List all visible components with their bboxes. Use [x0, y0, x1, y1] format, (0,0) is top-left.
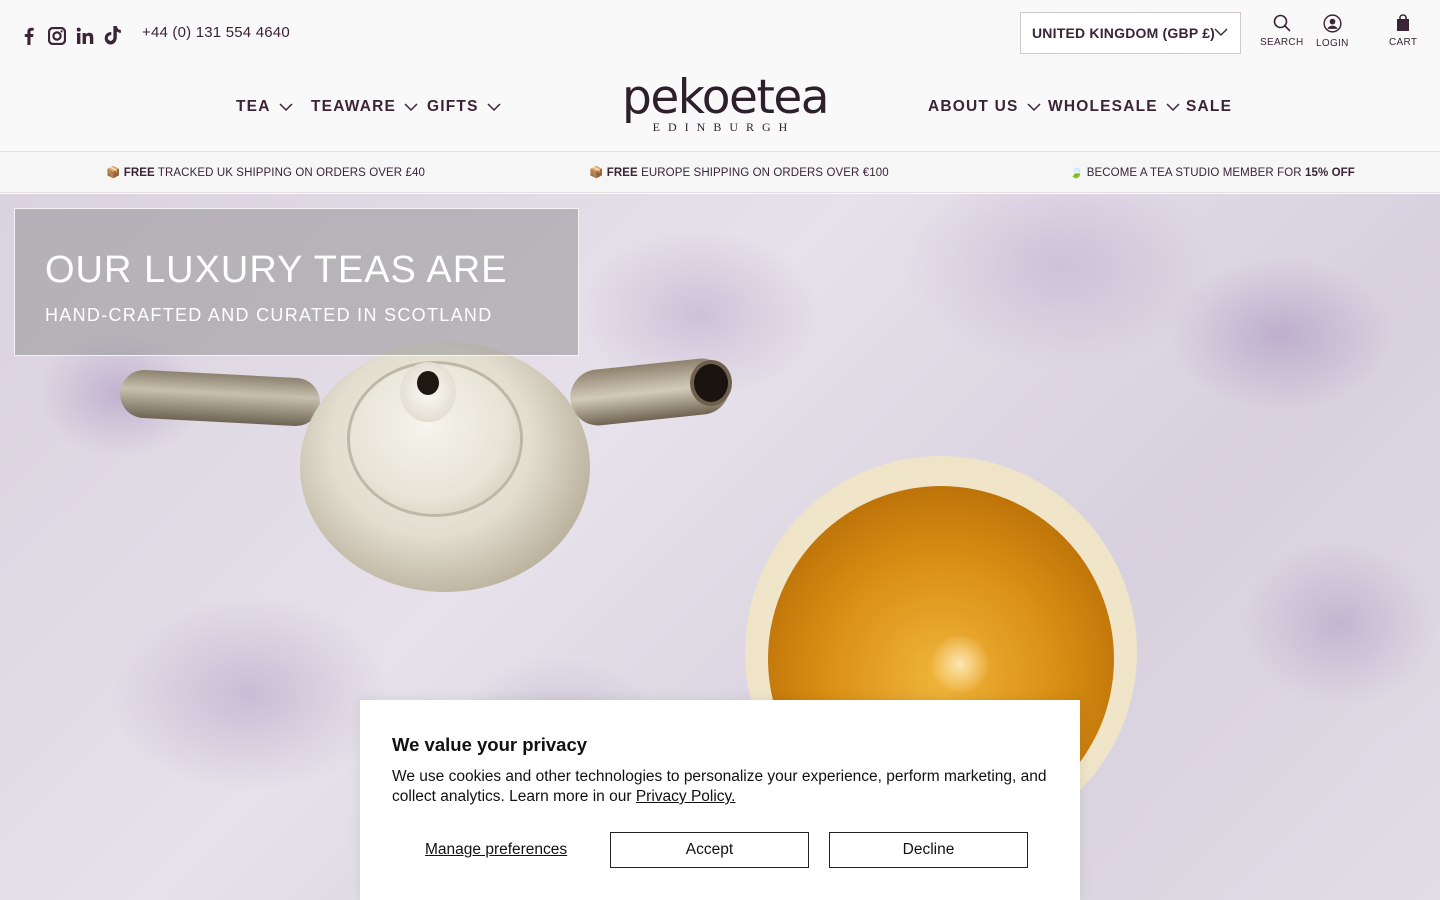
nav-gifts-label: GIFTS	[427, 98, 479, 115]
announcement-uk-shipping[interactable]: 📦 FREE TRACKED UK SHIPPING ON ORDERS OVE…	[106, 165, 425, 179]
cart-icon	[1397, 14, 1410, 31]
site-logo[interactable]: pekoetea EDINBURGH	[622, 70, 830, 135]
hero-subtitle: HAND-CRAFTED AND CURATED IN SCOTLAND	[45, 305, 493, 325]
login-button[interactable]: LOGIN	[1316, 14, 1349, 49]
announcement-europe-shipping[interactable]: 📦 FREE EUROPE SHIPPING ON ORDERS OVER €1…	[589, 165, 889, 179]
announcement-bold: FREE	[606, 167, 638, 179]
announcement-bold: 15% OFF	[1304, 167, 1355, 179]
announcement-bar: 📦 FREE TRACKED UK SHIPPING ON ORDERS OVE…	[0, 151, 1440, 193]
package-icon: 📦	[589, 167, 604, 179]
chevron-down-icon	[1166, 102, 1180, 111]
chevron-down-icon	[279, 102, 293, 111]
hero-title: OUR LUXURY TEAS ARE	[45, 249, 508, 291]
nav-about-us-label: ABOUT US	[928, 98, 1019, 115]
login-label: LOGIN	[1316, 38, 1349, 49]
linkedin-icon[interactable]	[76, 26, 94, 46]
leaf-icon: 🍃	[1069, 167, 1084, 179]
chevron-down-icon	[487, 102, 501, 111]
announcement-text: TRACKED UK SHIPPING ON ORDERS OVER £40	[154, 167, 425, 179]
cookie-text: We use cookies and other technologies to…	[392, 767, 1047, 807]
nav-wholesale-label: WHOLESALE	[1048, 98, 1158, 115]
nav-gifts[interactable]: GIFTS	[427, 98, 501, 116]
country-selector-label: UNITED KINGDOM (GBP £)	[1032, 25, 1216, 41]
search-button[interactable]: SEARCH	[1260, 14, 1303, 48]
facebook-icon[interactable]	[20, 26, 38, 46]
instagram-icon[interactable]	[48, 26, 66, 46]
chevron-down-icon	[1214, 25, 1228, 42]
nav-tea-label: TEA	[236, 98, 271, 115]
search-icon	[1273, 14, 1291, 32]
announcement-bold: FREE	[123, 167, 155, 179]
search-label: SEARCH	[1260, 37, 1304, 48]
cart-label: CART	[1389, 37, 1418, 48]
nav-tea[interactable]: TEA	[236, 98, 293, 116]
tea-cup-image	[930, 634, 990, 694]
privacy-policy-link[interactable]: Privacy Policy.	[636, 788, 736, 805]
cookie-title: We value your privacy	[392, 734, 588, 755]
country-selector[interactable]: UNITED KINGDOM (GBP £)	[1020, 12, 1241, 54]
hero-text-box: OUR LUXURY TEAS ARE HAND-CRAFTED AND CUR…	[14, 208, 579, 356]
teapot-image	[417, 371, 439, 395]
accept-button[interactable]: Accept	[610, 832, 809, 868]
announcement-text: BECOME A TEA STUDIO MEMBER FOR	[1083, 167, 1305, 179]
teapot-image	[118, 368, 322, 428]
top-bar: +44 (0) 131 554 4640 UNITED KINGDOM (GBP…	[0, 0, 1440, 66]
announcement-text: EUROPE SHIPPING ON ORDERS OVER €100	[637, 167, 889, 179]
cart-button[interactable]: CART	[1389, 14, 1417, 48]
package-icon: 📦	[106, 167, 121, 179]
nav-sale[interactable]: SALE	[1186, 98, 1232, 116]
nav-teaware-label: TEAWARE	[311, 98, 397, 115]
announcement-tea-studio[interactable]: 🍃 BECOME A TEA STUDIO MEMBER FOR 15% OFF	[1069, 165, 1355, 179]
nav-about-us[interactable]: ABOUT US	[928, 98, 1041, 116]
tiktok-icon[interactable]	[104, 26, 122, 46]
nav-sale-label: SALE	[1186, 98, 1233, 115]
nav-wholesale[interactable]: WHOLESALE	[1048, 98, 1180, 116]
user-icon	[1323, 14, 1342, 33]
chevron-down-icon	[1027, 102, 1041, 111]
nav-teaware[interactable]: TEAWARE	[311, 98, 418, 116]
chevron-down-icon	[404, 102, 418, 111]
cookie-consent-banner: We value your privacy We use cookies and…	[360, 700, 1080, 900]
decline-button[interactable]: Decline	[829, 832, 1028, 868]
social-links	[20, 26, 122, 46]
teapot-image	[690, 360, 732, 406]
manage-preferences-button[interactable]: Manage preferences	[425, 841, 567, 859]
logo-wordmark: pekoetea	[622, 70, 830, 125]
phone-number[interactable]: +44 (0) 131 554 4640	[142, 24, 290, 41]
